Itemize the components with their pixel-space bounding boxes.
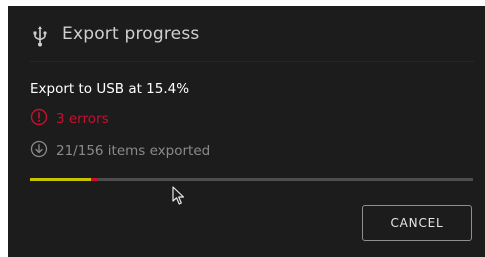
download-circle-icon	[30, 140, 48, 162]
dialog-title: Export progress	[62, 24, 200, 44]
export-progress-bar	[30, 178, 473, 181]
mouse-cursor-icon	[172, 186, 186, 206]
progress-fill-error	[91, 178, 99, 181]
errors-row[interactable]: 3 errors	[30, 108, 109, 130]
alert-circle-icon	[30, 108, 48, 130]
cancel-button[interactable]: CANCEL	[362, 205, 472, 241]
header-divider	[30, 61, 474, 62]
exported-row: 21/156 items exported	[30, 140, 211, 162]
progress-fill-ok	[30, 178, 92, 181]
dialog-header: Export progress	[8, 6, 485, 62]
usb-icon	[32, 25, 48, 47]
export-progress-dialog: Export progress Export to USB at 15.4% 3…	[8, 6, 485, 257]
export-status-text: Export to USB at 15.4%	[30, 81, 190, 97]
items-exported-label: 21/156 items exported	[56, 143, 211, 159]
errors-count-label: 3 errors	[56, 111, 109, 127]
